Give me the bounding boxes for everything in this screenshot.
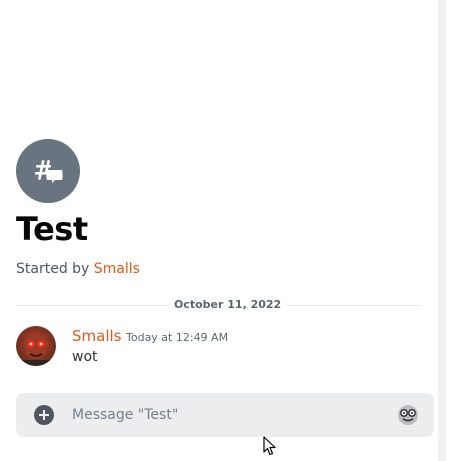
thread-icon bbox=[16, 139, 80, 203]
started-by-label: Started by bbox=[16, 261, 94, 277]
message-input[interactable] bbox=[72, 393, 382, 437]
emoji-face-icon[interactable] bbox=[397, 404, 419, 426]
mouse-pointer-icon bbox=[263, 436, 277, 456]
starter-username-link[interactable]: Smalls bbox=[94, 261, 140, 277]
scrollbar-track[interactable] bbox=[438, 0, 446, 461]
plus-circle-icon[interactable] bbox=[34, 405, 54, 425]
message-composer bbox=[16, 393, 434, 437]
message-timestamp: Today at 12:49 AM bbox=[126, 331, 229, 344]
avatar[interactable] bbox=[16, 326, 56, 366]
started-by-line: Started by Smalls bbox=[16, 261, 140, 277]
message-content: wot bbox=[72, 349, 98, 365]
date-divider-label: October 11, 2022 bbox=[168, 298, 288, 311]
thread-title: Test bbox=[16, 210, 88, 248]
message-author[interactable]: Smalls bbox=[72, 327, 121, 345]
